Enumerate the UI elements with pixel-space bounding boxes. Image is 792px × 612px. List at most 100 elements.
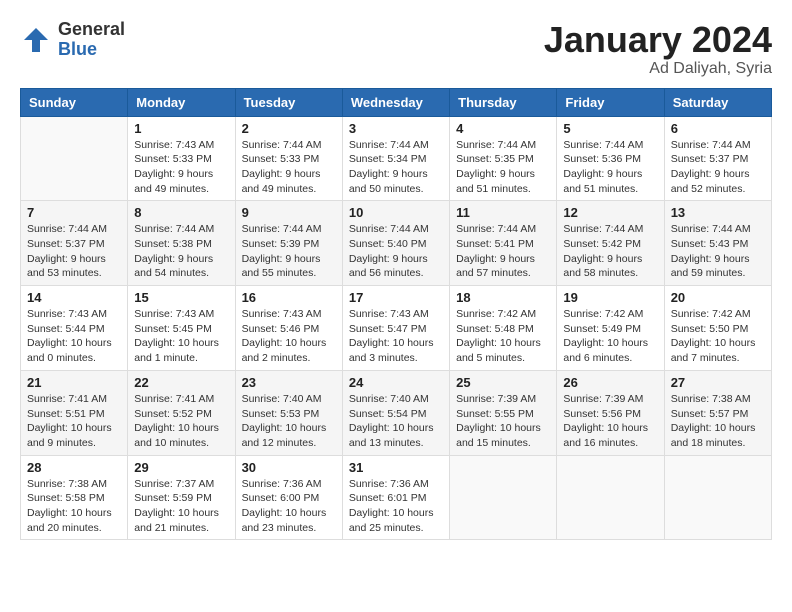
day-detail: Sunrise: 7:41 AMSunset: 5:52 PMDaylight:… — [134, 392, 228, 451]
calendar-cell: 9Sunrise: 7:44 AMSunset: 5:39 PMDaylight… — [235, 201, 342, 286]
day-detail: Sunrise: 7:42 AMSunset: 5:49 PMDaylight:… — [563, 307, 657, 366]
day-detail: Sunrise: 7:44 AMSunset: 5:33 PMDaylight:… — [242, 138, 336, 197]
day-number: 2 — [242, 121, 336, 136]
calendar-table: SundayMondayTuesdayWednesdayThursdayFrid… — [20, 88, 772, 541]
subtitle: Ad Daliyah, Syria — [544, 60, 772, 78]
day-number: 29 — [134, 460, 228, 475]
day-number: 26 — [563, 375, 657, 390]
calendar-cell: 28 Sunrise: 7:38 AMSunset: 5:58 PMDayligh… — [21, 455, 128, 540]
day-number: 12 — [563, 205, 657, 220]
day-detail: Sunrise: 7:43 AMSunset: 5:47 PMDaylight:… — [349, 307, 443, 366]
calendar-cell: 19 Sunrise: 7:42 AMSunset: 5:49 PMDayligh… — [557, 286, 664, 371]
calendar-cell: 26 Sunrise: 7:39 AMSunset: 5:56 PMDayligh… — [557, 370, 664, 455]
weekday-header-row: SundayMondayTuesdayWednesdayThursdayFrid… — [21, 88, 772, 116]
day-detail: Sunrise: 7:43 AMSunset: 5:45 PMDaylight:… — [134, 307, 228, 366]
day-number: 21 — [27, 375, 121, 390]
day-detail: Sunrise: 7:44 AMSunset: 5:36 PMDaylight:… — [563, 138, 657, 197]
calendar-cell: 6Sunrise: 7:44 AMSunset: 5:37 PMDaylight… — [664, 116, 771, 201]
day-number: 31 — [349, 460, 443, 475]
calendar-cell: 17 Sunrise: 7:43 AMSunset: 5:47 PMDayligh… — [342, 286, 449, 371]
calendar-week-row: 1 Sunrise: 7:43 AMSunset: 5:33 PMDaylight… — [21, 116, 772, 201]
day-detail: Sunrise: 7:39 AMSunset: 5:56 PMDaylight:… — [563, 392, 657, 451]
day-number: 25 — [456, 375, 550, 390]
day-number: 15 — [134, 290, 228, 305]
day-detail: Sunrise: 7:44 AMSunset: 5:35 PMDaylight:… — [456, 138, 550, 197]
day-detail: Sunrise: 7:43 AMSunset: 5:33 PMDaylight:… — [134, 138, 228, 197]
day-number: 1 — [134, 121, 228, 136]
logo: General Blue — [20, 20, 125, 60]
calendar-week-row: 28 Sunrise: 7:38 AMSunset: 5:58 PMDayligh… — [21, 455, 772, 540]
day-number: 28 — [27, 460, 121, 475]
day-number: 11 — [456, 205, 550, 220]
calendar-cell: 23Sunrise: 7:40 AMSunset: 5:53 PMDayligh… — [235, 370, 342, 455]
calendar-cell: 4Sunrise: 7:44 AMSunset: 5:35 PMDaylight… — [450, 116, 557, 201]
day-detail: Sunrise: 7:38 AMSunset: 5:58 PMDaylight:… — [27, 477, 121, 536]
weekday-header-monday: Monday — [128, 88, 235, 116]
logo-text: General Blue — [58, 20, 125, 60]
logo-blue-text: Blue — [58, 40, 125, 60]
day-detail: Sunrise: 7:42 AMSunset: 5:48 PMDaylight:… — [456, 307, 550, 366]
calendar-cell: 10 Sunrise: 7:44 AMSunset: 5:40 PMDayligh… — [342, 201, 449, 286]
title-block: January 2024 Ad Daliyah, Syria — [544, 20, 772, 78]
calendar-cell: 2 Sunrise: 7:44 AMSunset: 5:33 PMDaylight… — [235, 116, 342, 201]
calendar-cell: 5 Sunrise: 7:44 AMSunset: 5:36 PMDaylight… — [557, 116, 664, 201]
calendar-cell: 3Sunrise: 7:44 AMSunset: 5:34 PMDaylight… — [342, 116, 449, 201]
day-detail: Sunrise: 7:40 AMSunset: 5:54 PMDaylight:… — [349, 392, 443, 451]
calendar-week-row: 14Sunrise: 7:43 AMSunset: 5:44 PMDayligh… — [21, 286, 772, 371]
day-number: 13 — [671, 205, 765, 220]
calendar-body: 1 Sunrise: 7:43 AMSunset: 5:33 PMDaylight… — [21, 116, 772, 540]
day-number: 14 — [27, 290, 121, 305]
calendar-cell: 14Sunrise: 7:43 AMSunset: 5:44 PMDayligh… — [21, 286, 128, 371]
day-detail: Sunrise: 7:44 AMSunset: 5:40 PMDaylight:… — [349, 222, 443, 281]
calendar-cell: 13 Sunrise: 7:44 AMSunset: 5:43 PMDayligh… — [664, 201, 771, 286]
day-number: 10 — [349, 205, 443, 220]
weekday-header-saturday: Saturday — [664, 88, 771, 116]
calendar-cell — [21, 116, 128, 201]
logo-general-text: General — [58, 20, 125, 40]
calendar-cell: 12 Sunrise: 7:44 AMSunset: 5:42 PMDayligh… — [557, 201, 664, 286]
calendar-cell — [664, 455, 771, 540]
day-detail: Sunrise: 7:44 AMSunset: 5:42 PMDaylight:… — [563, 222, 657, 281]
calendar-cell — [557, 455, 664, 540]
day-number: 22 — [134, 375, 228, 390]
weekday-header-sunday: Sunday — [21, 88, 128, 116]
day-detail: Sunrise: 7:40 AMSunset: 5:53 PMDaylight:… — [242, 392, 336, 451]
calendar-cell: 29 Sunrise: 7:37 AMSunset: 5:59 PMDayligh… — [128, 455, 235, 540]
day-number: 24 — [349, 375, 443, 390]
day-number: 19 — [563, 290, 657, 305]
calendar-cell: 27 Sunrise: 7:38 AMSunset: 5:57 PMDayligh… — [664, 370, 771, 455]
day-number: 7 — [27, 205, 121, 220]
day-number: 17 — [349, 290, 443, 305]
calendar-cell: 1 Sunrise: 7:43 AMSunset: 5:33 PMDaylight… — [128, 116, 235, 201]
day-number: 5 — [563, 121, 657, 136]
calendar-cell: 11Sunrise: 7:44 AMSunset: 5:41 PMDayligh… — [450, 201, 557, 286]
calendar-cell: 24 Sunrise: 7:40 AMSunset: 5:54 PMDayligh… — [342, 370, 449, 455]
calendar-week-row: 7Sunrise: 7:44 AMSunset: 5:37 PMDaylight… — [21, 201, 772, 286]
calendar-cell: 22 Sunrise: 7:41 AMSunset: 5:52 PMDayligh… — [128, 370, 235, 455]
day-detail: Sunrise: 7:44 AMSunset: 5:43 PMDaylight:… — [671, 222, 765, 281]
logo-icon — [20, 24, 52, 56]
day-detail: Sunrise: 7:36 AMSunset: 6:01 PMDaylight:… — [349, 477, 443, 536]
day-detail: Sunrise: 7:42 AMSunset: 5:50 PMDaylight:… — [671, 307, 765, 366]
day-detail: Sunrise: 7:44 AMSunset: 5:37 PMDaylight:… — [671, 138, 765, 197]
weekday-header-thursday: Thursday — [450, 88, 557, 116]
day-number: 16 — [242, 290, 336, 305]
calendar-cell: 16Sunrise: 7:43 AMSunset: 5:46 PMDayligh… — [235, 286, 342, 371]
day-detail: Sunrise: 7:37 AMSunset: 5:59 PMDaylight:… — [134, 477, 228, 536]
day-detail: Sunrise: 7:36 AMSunset: 6:00 PMDaylight:… — [242, 477, 336, 536]
day-detail: Sunrise: 7:38 AMSunset: 5:57 PMDaylight:… — [671, 392, 765, 451]
day-detail: Sunrise: 7:41 AMSunset: 5:51 PMDaylight:… — [27, 392, 121, 451]
calendar-header: SundayMondayTuesdayWednesdayThursdayFrid… — [21, 88, 772, 116]
calendar-cell: 8Sunrise: 7:44 AMSunset: 5:38 PMDaylight… — [128, 201, 235, 286]
day-number: 27 — [671, 375, 765, 390]
day-number: 18 — [456, 290, 550, 305]
calendar-cell: 20 Sunrise: 7:42 AMSunset: 5:50 PMDayligh… — [664, 286, 771, 371]
weekday-header-wednesday: Wednesday — [342, 88, 449, 116]
calendar-week-row: 21 Sunrise: 7:41 AMSunset: 5:51 PMDayligh… — [21, 370, 772, 455]
weekday-header-friday: Friday — [557, 88, 664, 116]
calendar-cell: 18 Sunrise: 7:42 AMSunset: 5:48 PMDayligh… — [450, 286, 557, 371]
day-detail: Sunrise: 7:39 AMSunset: 5:55 PMDaylight:… — [456, 392, 550, 451]
weekday-header-tuesday: Tuesday — [235, 88, 342, 116]
calendar-cell: 15 Sunrise: 7:43 AMSunset: 5:45 PMDayligh… — [128, 286, 235, 371]
day-number: 20 — [671, 290, 765, 305]
